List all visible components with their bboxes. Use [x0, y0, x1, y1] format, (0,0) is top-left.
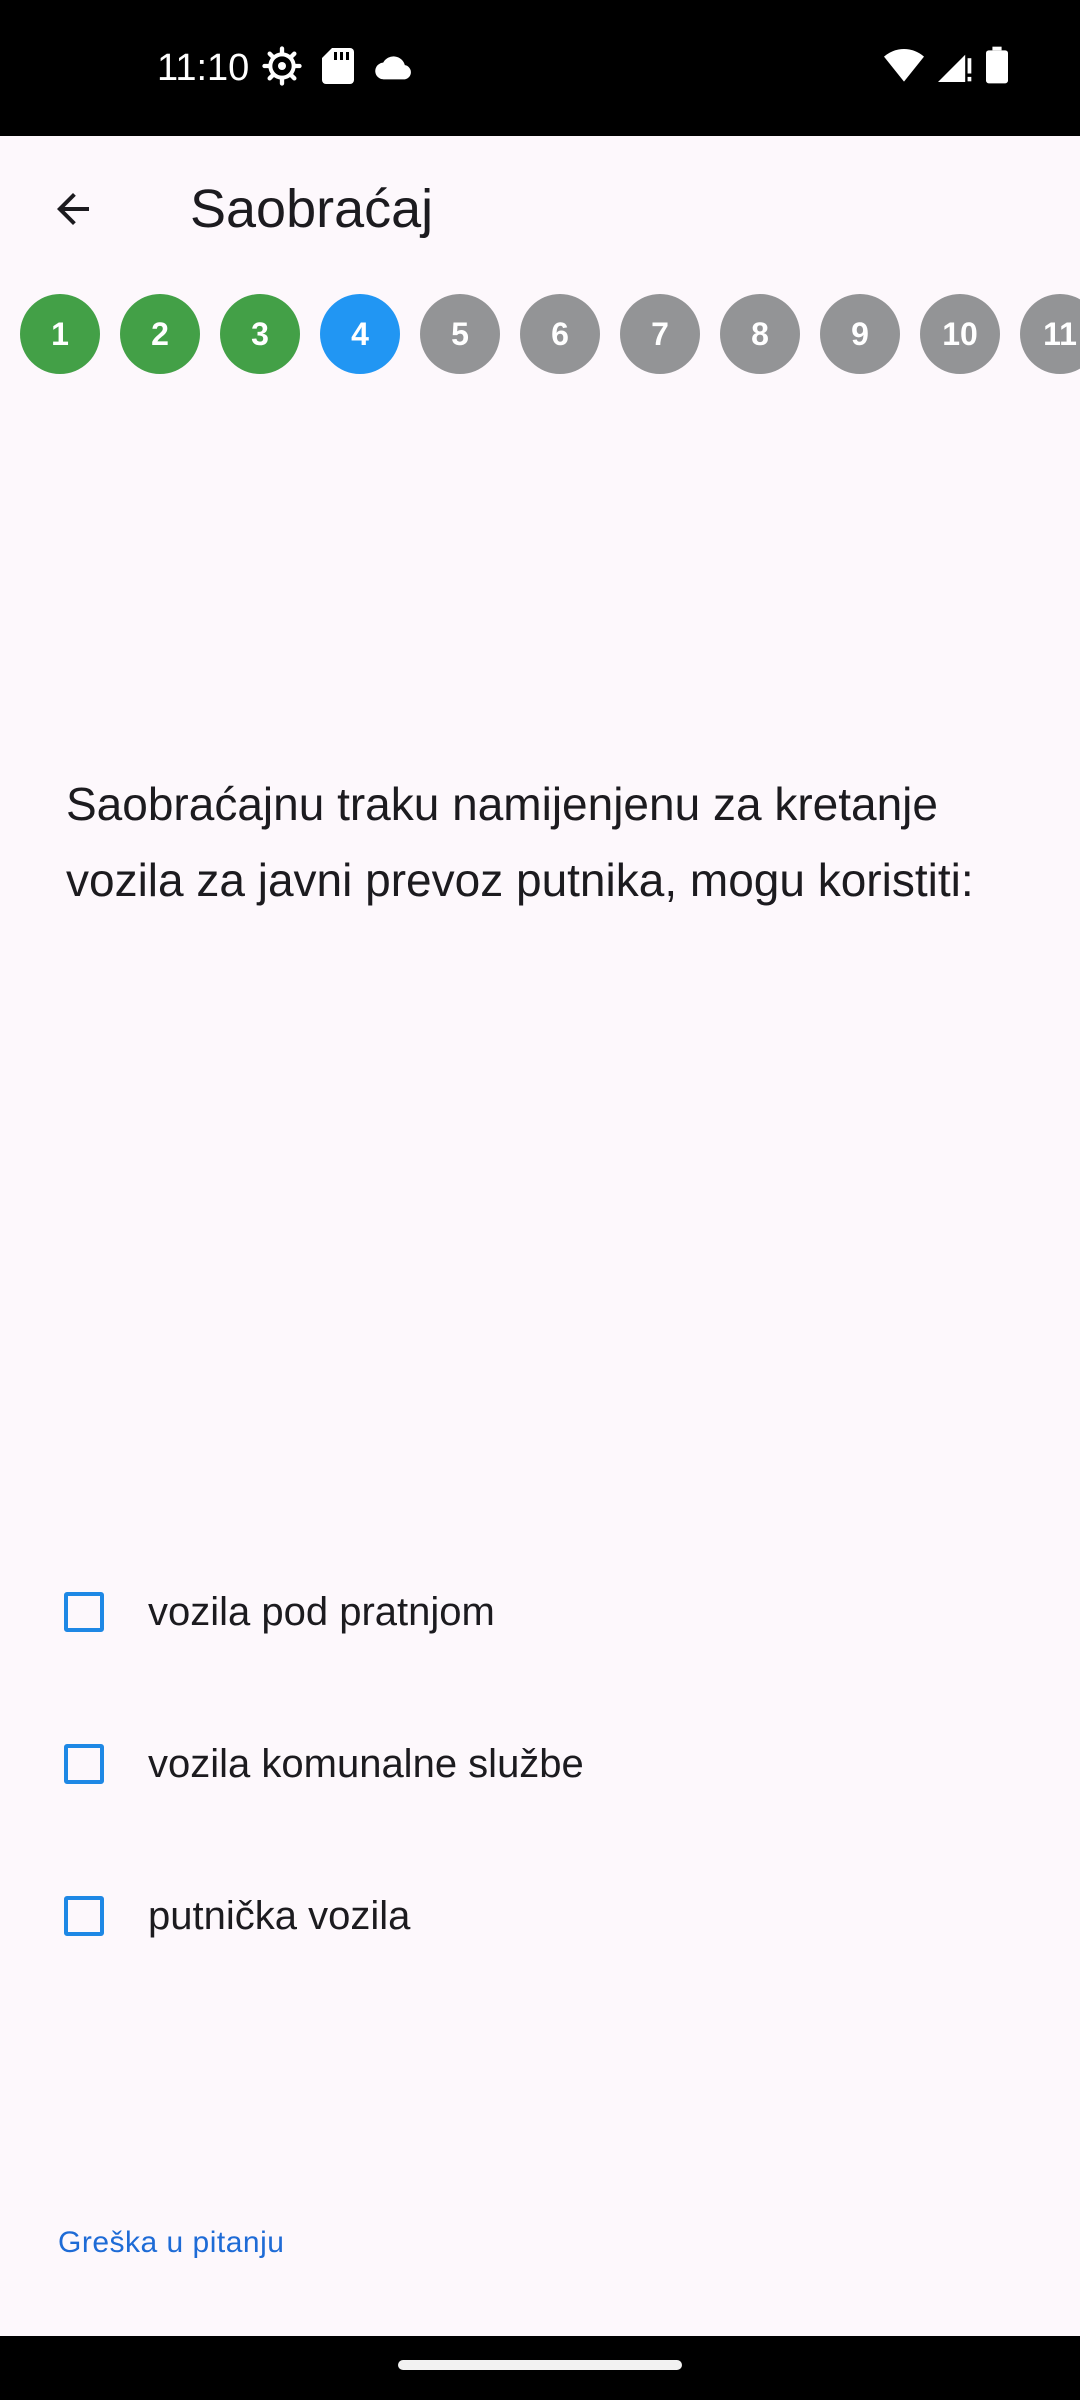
question-number-strip: 1 2 3 4 5 6 7 8 9 10 11	[0, 292, 1080, 376]
home-handle[interactable]	[398, 2360, 682, 2370]
answer-option-2[interactable]: vozila komunalne službe	[64, 1732, 584, 1796]
app-content: Saobraćaj 1 2 3 4 5 6 7 8 9 10 11 Saobra…	[0, 136, 1080, 2336]
screen: 11:10 Saobraćaj 1 2 3 4 5 6 7 8 9 10 11 …	[0, 0, 1080, 2400]
question-number-4[interactable]: 4	[320, 294, 400, 374]
question-number-9[interactable]: 9	[820, 294, 900, 374]
question-number-7[interactable]: 7	[620, 294, 700, 374]
answer-label: vozila pod pratnjom	[148, 1589, 495, 1634]
arrow-back-icon	[49, 185, 97, 233]
back-button[interactable]	[36, 172, 110, 246]
question-number-5[interactable]: 5	[420, 294, 500, 374]
question-number-11[interactable]: 11	[1020, 294, 1080, 374]
status-icons-right	[884, 46, 1008, 84]
settings-gear-icon	[262, 46, 302, 86]
sd-card-icon	[322, 48, 354, 84]
answer-checkbox[interactable]	[64, 1592, 104, 1632]
wifi-icon	[884, 47, 924, 83]
question-number-2[interactable]: 2	[120, 294, 200, 374]
question-number-1[interactable]: 1	[20, 294, 100, 374]
answer-label: vozila komunalne službe	[148, 1741, 584, 1786]
page-title: Saobraćaj	[190, 179, 434, 239]
signal-icon	[938, 47, 972, 83]
question-number-10[interactable]: 10	[920, 294, 1000, 374]
question-number-3[interactable]: 3	[220, 294, 300, 374]
cloud-icon	[374, 52, 414, 80]
battery-icon	[986, 46, 1008, 84]
status-icons-left	[262, 46, 414, 86]
question-number-6[interactable]: 6	[520, 294, 600, 374]
question-number-8[interactable]: 8	[720, 294, 800, 374]
answer-checkbox[interactable]	[64, 1896, 104, 1936]
status-bar: 11:10	[0, 0, 1080, 136]
answer-label: putnička vozila	[148, 1893, 411, 1938]
answer-option-1[interactable]: vozila pod pratnjom	[64, 1580, 495, 1644]
report-error-link[interactable]: Greška u pitanju	[58, 2226, 284, 2260]
app-bar: Saobraćaj	[0, 136, 1080, 280]
answer-checkbox[interactable]	[64, 1744, 104, 1784]
question-text: Saobraćajnu traku namijenjenu za kretanj…	[66, 778, 974, 906]
gesture-nav-bar	[0, 2336, 1080, 2400]
answer-option-3[interactable]: putnička vozila	[64, 1884, 410, 1948]
status-time: 11:10	[157, 47, 250, 89]
